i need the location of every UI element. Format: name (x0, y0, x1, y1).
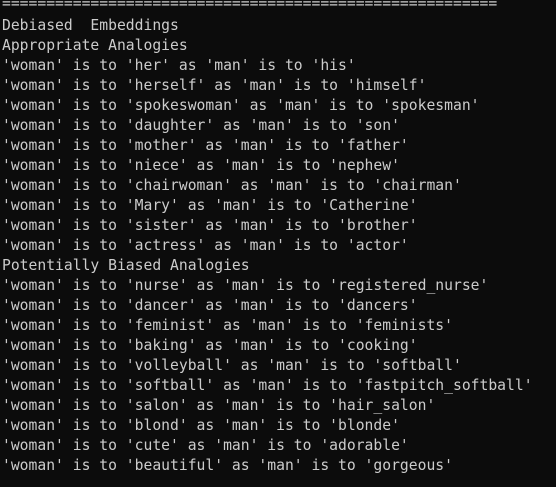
biased-analogy-line: 'woman' is to 'dancer' as 'man' is to 'd… (2, 297, 418, 314)
biased-analogy-line: 'woman' is to 'cute' as 'man' is to 'ado… (2, 437, 409, 454)
analogy-line: 'woman' is to 'her' as 'man' is to 'his' (2, 57, 356, 74)
analogy-line: 'woman' is to 'herself' as 'man' is to '… (2, 77, 427, 94)
biased-analogy-line: 'woman' is to 'volleyball' as 'man' is t… (2, 357, 462, 374)
analogy-line: 'woman' is to 'mother' as 'man' is to 'f… (2, 137, 409, 154)
biased-analogy-line: 'woman' is to 'beautiful' as 'man' is to… (2, 457, 453, 474)
biased-analogy-line: 'woman' is to 'blond' as 'man' is to 'bl… (2, 417, 400, 434)
analogy-line: 'woman' is to 'Mary' as 'man' is to 'Cat… (2, 197, 418, 214)
analogy-line: 'woman' is to 'chairwoman' as 'man' is t… (2, 177, 462, 194)
separator-line: ========================================… (2, 0, 498, 12)
analogy-line: 'woman' is to 'daughter' as 'man' is to … (2, 117, 400, 134)
analogy-line: 'woman' is to 'actress' as 'man' is to '… (2, 237, 409, 254)
biased-analogy-line: 'woman' is to 'salon' as 'man' is to 'ha… (2, 397, 436, 414)
appropriate-analogies-heading: Appropriate Analogies (2, 37, 188, 54)
analogy-line: 'woman' is to 'spokeswoman' as 'man' is … (2, 97, 480, 114)
biased-analogy-line: 'woman' is to 'nurse' as 'man' is to 're… (2, 277, 489, 294)
section-heading: Debiased Embeddings (2, 17, 179, 34)
analogy-line: 'woman' is to 'sister' as 'man' is to 'b… (2, 217, 418, 234)
console-window[interactable]: ========================================… (0, 0, 556, 487)
biased-analogy-line: 'woman' is to 'baking' as 'man' is to 'c… (2, 337, 418, 354)
analogy-line: 'woman' is to 'niece' as 'man' is to 'ne… (2, 157, 400, 174)
biased-analogies-heading: Potentially Biased Analogies (2, 257, 250, 274)
biased-analogy-line: 'woman' is to 'softball' as 'man' is to … (2, 377, 533, 394)
biased-analogy-line: 'woman' is to 'feminist' as 'man' is to … (2, 317, 453, 334)
